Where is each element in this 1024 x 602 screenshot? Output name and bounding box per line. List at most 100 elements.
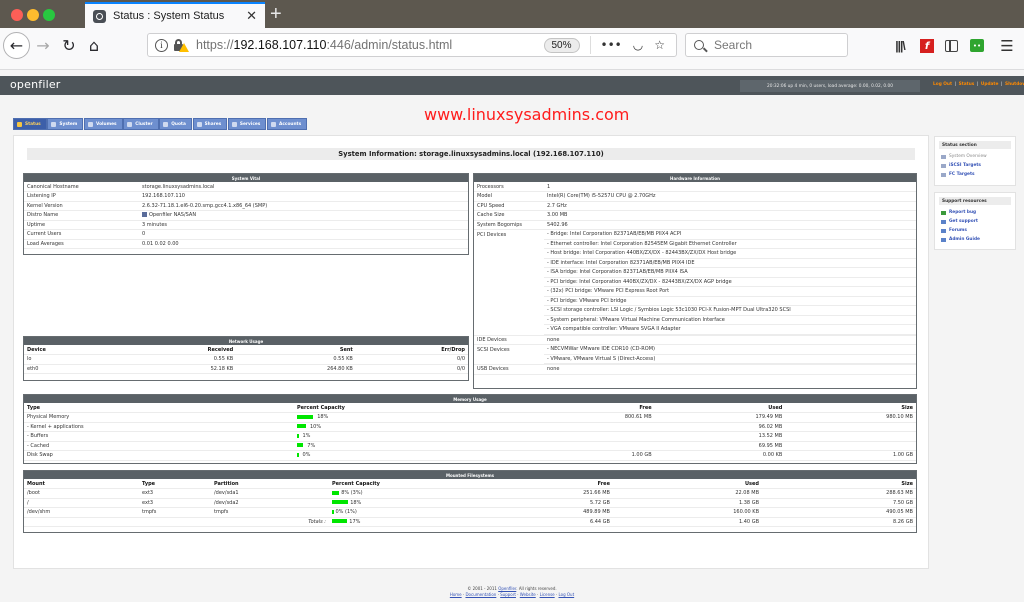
- pci-device-item: - Host bridge: Intel Corporation 440BX/Z…: [544, 249, 916, 259]
- tab-cluster[interactable]: Cluster: [123, 118, 159, 130]
- tab-services[interactable]: Services: [227, 118, 267, 130]
- table-row: System Bogomips 5402.96: [474, 220, 916, 230]
- forums-link[interactable]: Forums: [939, 226, 1011, 235]
- tab-shares[interactable]: Shares: [192, 118, 228, 130]
- row-value: Intel(R) Core(TM) i5-5257U CPU @ 2.70GHz: [544, 191, 916, 202]
- link-label: iSCSI Targets: [949, 163, 981, 168]
- cell: 52.18 KB: [117, 364, 237, 374]
- row-key: Uptime: [24, 220, 139, 230]
- cell: 0/0: [355, 364, 468, 374]
- back-button[interactable]: ←: [3, 32, 30, 59]
- memory-size: 1.00 GB: [785, 450, 916, 461]
- fs-mount: /: [24, 498, 139, 508]
- watermark-text: www.linuxsysadmins.com: [424, 105, 630, 124]
- openfiler-link[interactable]: Openfiler: [498, 586, 516, 591]
- openfiler-logo[interactable]: openfiler: [10, 78, 61, 91]
- distro-name: Openfiler NAS/SAN: [149, 212, 197, 219]
- capacity-bar: [332, 500, 349, 505]
- report-bug-link[interactable]: Report bug: [939, 208, 1011, 217]
- system-overview-link[interactable]: System Overview: [939, 152, 1011, 161]
- minimize-window-button[interactable]: [27, 9, 39, 21]
- footer-website-link[interactable]: Website: [520, 592, 536, 597]
- pci-device-item: - PCI bridge: VMware PCI bridge: [544, 297, 916, 306]
- openfiler-favicon-icon: [93, 9, 106, 23]
- zoom-level-badge[interactable]: 50%: [543, 37, 580, 53]
- close-window-button[interactable]: [11, 9, 23, 21]
- home-button[interactable]: ⌂: [85, 32, 103, 58]
- sidebar-toggle-icon[interactable]: [945, 40, 958, 52]
- fc-targets-link[interactable]: FC Targets: [939, 170, 1011, 179]
- bookmark-star-icon[interactable]: ☆: [654, 38, 665, 52]
- shutdown-link[interactable]: Shutdown: [1005, 82, 1024, 87]
- row-key: CPU Speed: [474, 201, 544, 211]
- reload-button[interactable]: ↻: [60, 32, 78, 58]
- col-header: Free: [524, 403, 655, 413]
- pci-device-item: - VGA compatible controller: VMware SVGA…: [544, 325, 916, 335]
- tab-label: System: [59, 121, 78, 127]
- row-key: Cache Size: [474, 210, 544, 221]
- services-icon: [231, 121, 237, 127]
- table-row: Physical Memory 18% 800.61 MB 179.49 MB 980.…: [24, 412, 916, 423]
- pci-devices-list: - Bridge: Intel Corporation 82371AB/EB/M…: [544, 229, 916, 336]
- search-input[interactable]: Search: [685, 33, 848, 57]
- address-bar[interactable]: i https://192.168.107.110:446/admin/stat…: [147, 33, 677, 57]
- tab-volumes[interactable]: Volumes: [84, 118, 123, 130]
- tab-label: Services: [239, 121, 261, 127]
- admin-guide-link[interactable]: Admin Guide: [939, 235, 1011, 244]
- url-path: :446/admin/status.html: [326, 38, 453, 52]
- memory-used: 0.00 KB: [654, 450, 786, 461]
- footer-support-link[interactable]: Support: [500, 592, 516, 597]
- capacity-bar: [297, 452, 299, 457]
- row-value: 0.01 0.02 0.00: [139, 239, 468, 249]
- forward-button[interactable]: →: [33, 32, 53, 58]
- cell: lo: [24, 354, 118, 365]
- browser-tab-active[interactable]: Status : System Status ✕: [85, 2, 265, 28]
- cell: 264.80 KB: [236, 364, 356, 374]
- fs-free: 6.44 GB: [459, 517, 613, 527]
- logout-link[interactable]: Log Out: [933, 82, 952, 87]
- tab-system[interactable]: System: [47, 118, 84, 130]
- table-row: Canonical Hostname storage.linuxsysadmins…: [24, 182, 468, 192]
- page-actions-icon[interactable]: •••: [601, 38, 622, 52]
- url-text[interactable]: https://192.168.107.110:446/admin/status…: [196, 38, 544, 52]
- footer-documentation-link[interactable]: Documentation: [465, 592, 496, 597]
- uptime-status: 20:32:06 up 4 min, 0 users, load average…: [740, 80, 920, 92]
- new-tab-button[interactable]: +: [270, 3, 282, 26]
- close-tab-icon[interactable]: ✕: [246, 8, 257, 24]
- percent-label: 0% (1%): [335, 509, 357, 516]
- percent-capacity: 8% (3%): [329, 488, 459, 499]
- table-header-row: Mount Type Partition Percent Capacity Fr…: [24, 479, 916, 489]
- tab-accounts[interactable]: Accounts: [267, 118, 308, 130]
- pci-device-item: - ISA bridge: Intel Corporation 82371AB/…: [544, 268, 916, 278]
- tab-status[interactable]: Status: [13, 118, 47, 130]
- row-key: Listening IP: [24, 191, 139, 202]
- flash-plugin-icon[interactable]: f: [920, 39, 934, 53]
- get-support-link[interactable]: Get support: [939, 217, 1011, 226]
- copyright-text: © 2001 - 2011: [467, 586, 499, 591]
- page-info-icon[interactable]: i: [155, 38, 168, 52]
- library-icon[interactable]: |||\: [892, 38, 908, 54]
- tab-quota[interactable]: Quota: [159, 118, 192, 130]
- footer-home-link[interactable]: Home: [450, 592, 462, 597]
- insecure-lock-icon[interactable]: [174, 38, 189, 52]
- update-link[interactable]: Update: [981, 82, 999, 87]
- list-icon: [941, 154, 946, 159]
- cell: [139, 517, 211, 527]
- maximize-window-button[interactable]: [43, 9, 55, 21]
- extension-icon[interactable]: [970, 39, 984, 52]
- iscsi-targets-link[interactable]: iSCSI Targets: [939, 161, 1011, 170]
- hamburger-menu-icon[interactable]: ☰: [1000, 37, 1014, 55]
- status-icon: [17, 121, 22, 127]
- footer-logout-link[interactable]: Log Out: [558, 592, 574, 597]
- row-key: Canonical Hostname: [24, 182, 139, 192]
- openfiler-header: openfiler 20:32:06 up 4 min, 0 users, lo…: [0, 76, 1024, 95]
- pocket-icon[interactable]: ◡: [633, 38, 643, 52]
- url-scheme: https://: [196, 38, 234, 52]
- support-resources-box: Support resources Report bug Get support…: [934, 192, 1016, 250]
- row-value: 192.168.107.110: [139, 191, 468, 202]
- status-link[interactable]: Status: [959, 82, 975, 87]
- col-header: Used: [612, 479, 763, 489]
- mounted-filesystems-panel: Mounted Filesystems Mount Type Partition…: [23, 470, 917, 533]
- memory-size: [785, 431, 916, 442]
- footer-license-link[interactable]: License: [540, 592, 555, 597]
